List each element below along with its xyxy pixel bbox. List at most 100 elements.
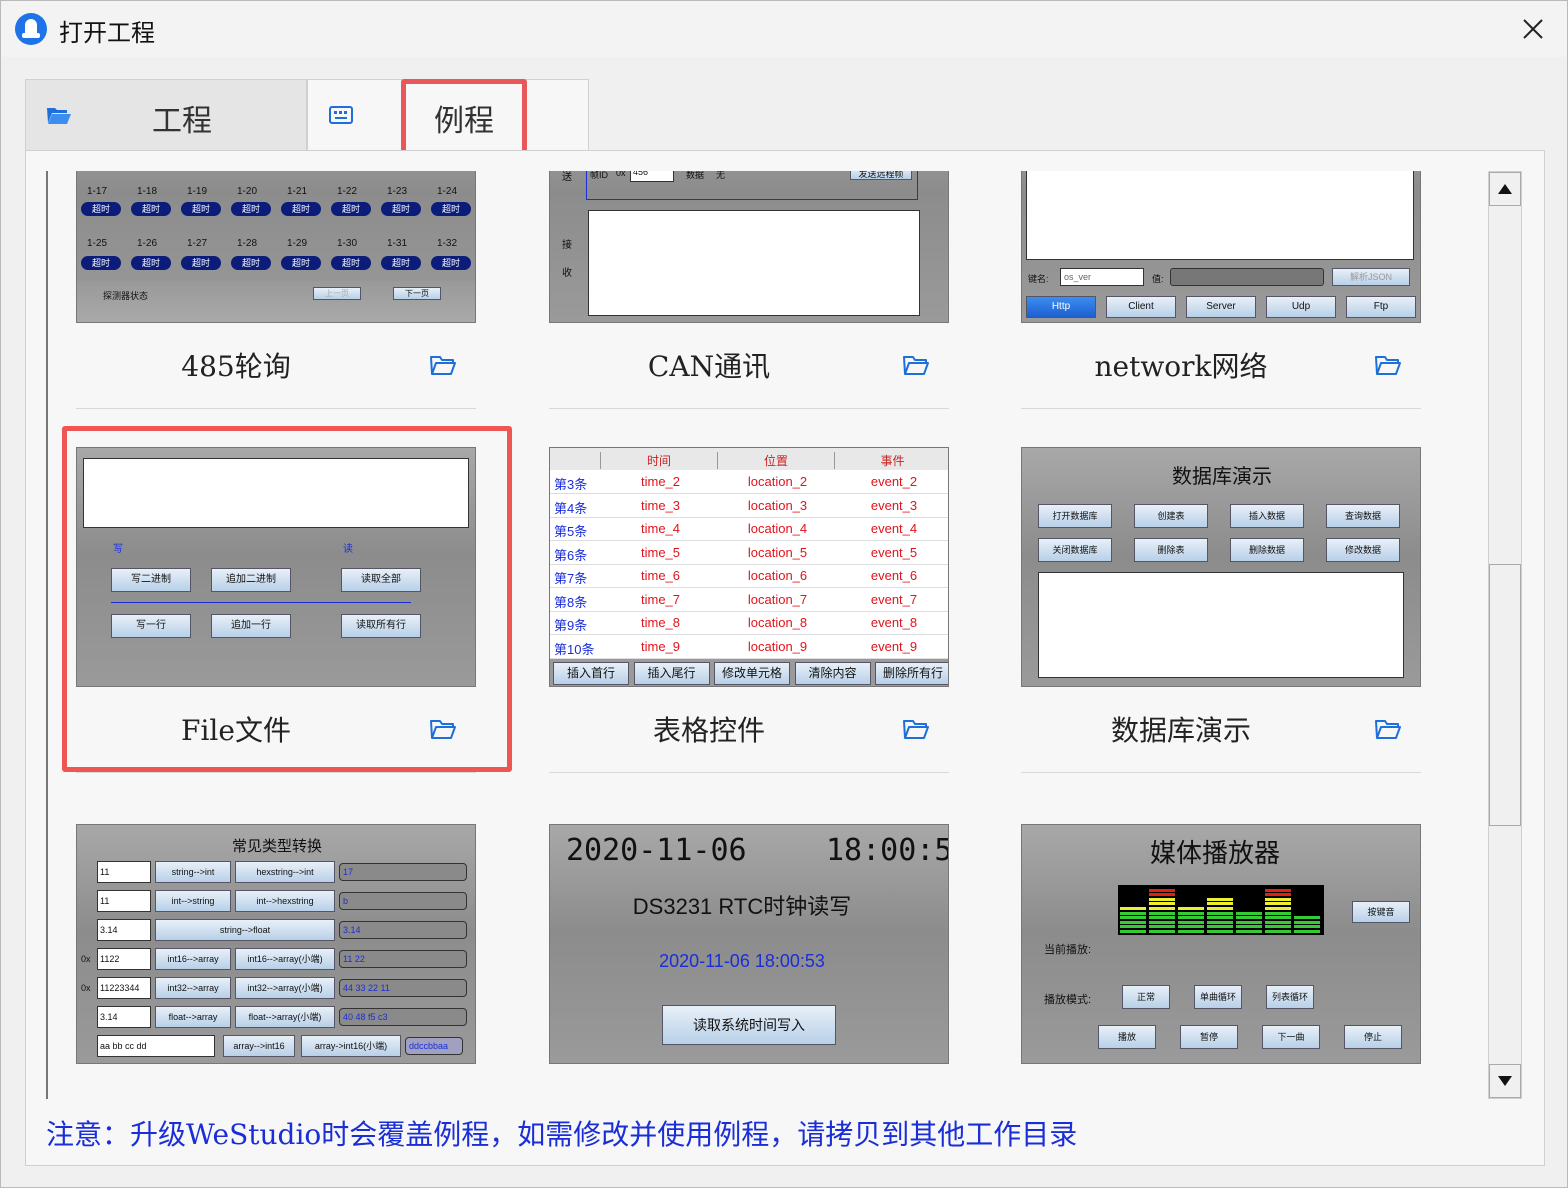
table-cell: location_7 bbox=[747, 591, 808, 607]
tab-project[interactable]: 工程 bbox=[25, 79, 307, 151]
table-cell: time_8 bbox=[640, 615, 681, 630]
eq-segment bbox=[1207, 920, 1233, 924]
play-mode-button: 正常 bbox=[1122, 985, 1170, 1009]
close-icon bbox=[1523, 19, 1543, 39]
table-cell: location_3 bbox=[747, 497, 808, 513]
table-cell: location_5 bbox=[747, 544, 808, 560]
next-page-button: 下一页 bbox=[393, 287, 441, 300]
table-cell: location_9 bbox=[747, 638, 808, 654]
example-grid[interactable]: 1-17 超时 1-18 超时 1-19 超时 1-20 超时 1-21 超时 1-22 超时 1-23… bbox=[46, 171, 1502, 1099]
key-label: 键名: bbox=[1028, 274, 1049, 284]
folder-icon[interactable] bbox=[429, 717, 457, 741]
node-label: 1-28 bbox=[237, 238, 258, 249]
table-cell: location_8 bbox=[747, 615, 808, 630]
node-label: 1-29 bbox=[287, 238, 308, 249]
thumbnail-network: 键名: os_ver 值: 解析JSON Http Client Server Udp… bbox=[1021, 171, 1421, 323]
node-label: 1-32 bbox=[437, 238, 458, 249]
card-label: network网络 bbox=[1094, 350, 1268, 383]
table-cell: 第7条 bbox=[554, 571, 588, 586]
timeout-pill: 超时 bbox=[431, 202, 471, 216]
separator bbox=[549, 408, 949, 409]
folder-icon[interactable] bbox=[1374, 353, 1402, 377]
eq-segment bbox=[1178, 925, 1204, 929]
card-label: 表格控件 bbox=[652, 714, 765, 747]
triangle-up-icon bbox=[1498, 184, 1512, 194]
media-control-button: 暂停 bbox=[1180, 1025, 1238, 1049]
db-result-box bbox=[1038, 572, 1404, 678]
db-action-button: 查询数据 bbox=[1326, 504, 1400, 528]
table-cell: event_6 bbox=[870, 568, 918, 583]
divider bbox=[111, 602, 411, 603]
eq-segment bbox=[1149, 907, 1175, 910]
eq-segment bbox=[1236, 920, 1262, 924]
row-divider bbox=[550, 587, 948, 588]
eq-segment bbox=[1178, 930, 1204, 933]
node-label: 1-21 bbox=[287, 186, 308, 197]
eq-segment bbox=[1207, 911, 1233, 915]
recv-label-1: 接 bbox=[562, 240, 572, 251]
value-label: 值: bbox=[1152, 274, 1164, 284]
eq-segment bbox=[1149, 930, 1175, 933]
close-button[interactable] bbox=[1505, 9, 1561, 49]
eq-segment bbox=[1149, 911, 1175, 915]
folder-icon[interactable] bbox=[429, 353, 457, 377]
node-label: 1-24 bbox=[437, 186, 458, 197]
row-divider bbox=[550, 563, 948, 565]
key-input: os_ver bbox=[1060, 268, 1144, 286]
timeout-pill: 超时 bbox=[381, 256, 421, 270]
thumbnail-can: 送 帧ID 0x 456 数据 无 发送远程帧 接 收 bbox=[549, 171, 949, 323]
hex-prefix: 0x bbox=[81, 954, 91, 964]
frame-id-label: 帧ID bbox=[590, 171, 609, 180]
eq-segment bbox=[1149, 897, 1175, 901]
node-label: 1-25 bbox=[87, 238, 108, 249]
table-cell: time_7 bbox=[640, 591, 681, 607]
conv-input: 11 bbox=[97, 861, 151, 883]
media-control-button: 播放 bbox=[1098, 1025, 1156, 1049]
table-cell: 第8条 bbox=[554, 594, 588, 610]
eq-segment bbox=[1265, 907, 1291, 910]
conv-output: 40 48 f5 c3 bbox=[339, 1008, 467, 1026]
conv-button: int16-->array(小端) bbox=[235, 948, 335, 970]
timeout-pill: 超时 bbox=[231, 202, 271, 216]
play-mode-button: 单曲循环 bbox=[1194, 985, 1242, 1009]
eq-segment bbox=[1265, 888, 1291, 892]
scroll-down-button[interactable] bbox=[1489, 1064, 1521, 1098]
scroll-thumb[interactable] bbox=[1489, 564, 1521, 826]
table-cell: time_2 bbox=[640, 474, 681, 489]
open-project-dialog: 打开工程 工程 例程 1-17 超时 1-18 超时 1-19 超时 1-20 超时 1-21 超 bbox=[0, 0, 1568, 1188]
separator bbox=[76, 772, 476, 773]
read-all-lines-button: 读取所有行 bbox=[341, 614, 421, 638]
table-cell: event_4 bbox=[870, 521, 918, 536]
eq-segment bbox=[1294, 920, 1320, 924]
vertical-scrollbar[interactable] bbox=[1488, 171, 1522, 1099]
folder-icon[interactable] bbox=[1374, 717, 1402, 741]
table-cell: location_6 bbox=[747, 568, 808, 583]
conv-input: aa bb cc dd bbox=[97, 1035, 215, 1057]
eq-segment bbox=[1265, 893, 1291, 897]
network-tab: Server bbox=[1186, 296, 1256, 318]
play-mode-button: 列表循环 bbox=[1266, 985, 1314, 1009]
separator bbox=[76, 408, 476, 409]
folder-icon[interactable] bbox=[902, 353, 930, 377]
table-cell: time_5 bbox=[640, 544, 681, 560]
thumbnail-file: 写 读 写二进制 追加二进制 读取全部 写一行 追加一行 读取所有行 bbox=[76, 447, 476, 687]
timeout-pill: 超时 bbox=[181, 202, 221, 216]
eq-segment bbox=[1265, 925, 1291, 929]
folder-icon[interactable] bbox=[902, 717, 930, 741]
scroll-up-button[interactable] bbox=[1489, 172, 1521, 206]
eq-segment bbox=[1265, 930, 1291, 933]
eq-segment bbox=[1265, 916, 1291, 920]
node-label: 1-20 bbox=[237, 186, 258, 197]
eq-segment bbox=[1178, 920, 1204, 924]
conv-input: 3.14 bbox=[97, 1006, 151, 1028]
table-action-button: 插入首行 bbox=[553, 662, 629, 685]
eq-segment bbox=[1120, 916, 1146, 920]
conv-input: 1122 bbox=[97, 948, 151, 970]
eq-segment bbox=[1120, 907, 1146, 910]
table-action-button: 删除所有行 bbox=[875, 662, 948, 685]
eq-segment bbox=[1149, 916, 1175, 920]
table-cell: time_3 bbox=[640, 497, 681, 513]
status-label: 探测器状态 bbox=[103, 291, 149, 301]
node-label: 1-30 bbox=[337, 238, 358, 249]
network-tab: Udp bbox=[1266, 296, 1336, 318]
